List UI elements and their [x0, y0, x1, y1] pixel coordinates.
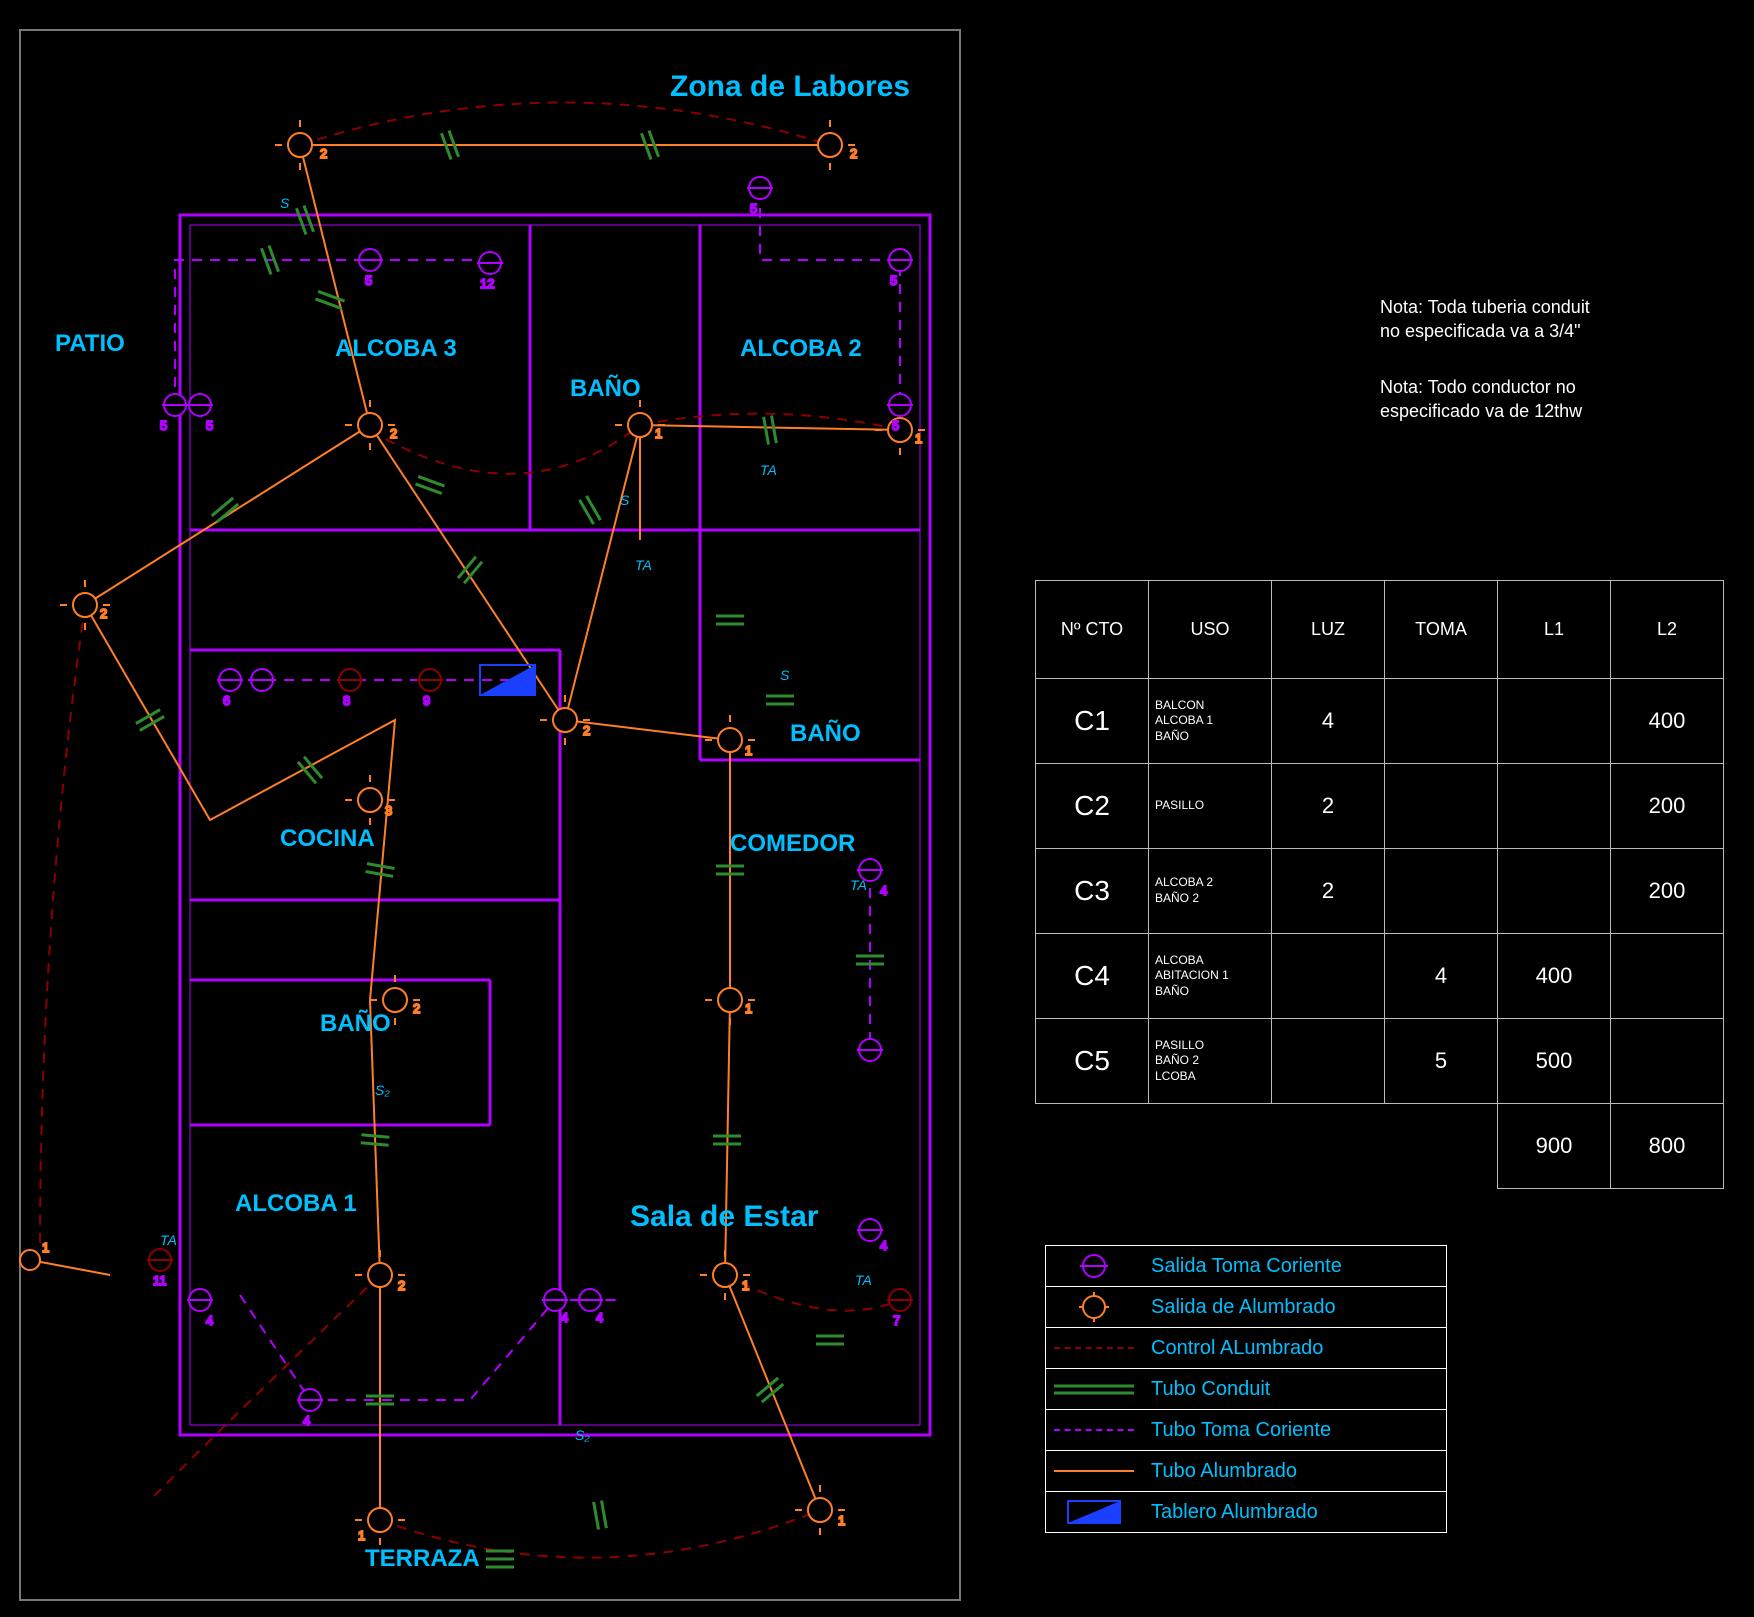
svg-text:1: 1 [745, 1001, 752, 1016]
svg-text:S: S [620, 492, 630, 508]
svg-text:5: 5 [365, 273, 372, 288]
svg-text:S₂: S₂ [375, 1082, 390, 1098]
svg-text:1: 1 [838, 1513, 845, 1528]
svg-text:S: S [280, 195, 290, 211]
floorplan-drawing: 2 2 2 1 1 2 2 1 3 2 1 2 1 1 1 1 5 5 5 12… [0, 0, 1000, 1617]
svg-text:4: 4 [206, 1313, 213, 1328]
legend-label: Tablero Alumbrado [1143, 1501, 1318, 1524]
svg-text:TA: TA [160, 1232, 177, 1248]
svg-text:TA: TA [760, 462, 777, 478]
legend-label: Tubo Conduit [1143, 1378, 1270, 1401]
table-row: C2 PASILLO 2 200 [1036, 764, 1724, 849]
legend-label: Salida de Alumbrado [1143, 1296, 1336, 1319]
outlet-icon [1046, 1246, 1143, 1286]
svg-text:3: 3 [385, 803, 392, 818]
table-header-row: Nº CTO USO LUZ TOMA L1 L2 [1036, 581, 1724, 679]
room-label-bano2: BAÑO [790, 720, 861, 748]
svg-text:8: 8 [343, 693, 350, 708]
svg-text:7: 7 [893, 1313, 900, 1328]
circuit-table: Nº CTO USO LUZ TOMA L1 L2 C1 BALCONALCOB… [1035, 580, 1724, 1189]
th-l1: L1 [1498, 581, 1611, 679]
conduit-line-icon [1046, 1369, 1143, 1409]
legend-label: Control ALumbrado [1143, 1337, 1323, 1360]
svg-text:4: 4 [596, 1310, 603, 1325]
panel-board-icon [1046, 1492, 1143, 1532]
control-line-icon [1046, 1328, 1143, 1368]
room-label-bano1: BAÑO [570, 375, 641, 403]
room-label-comedor: COMEDOR [730, 830, 855, 858]
table-row: C4 ALCOBAABITACION 1BAÑO 4 400 [1036, 934, 1724, 1019]
th-cto: Nº CTO [1036, 581, 1149, 679]
svg-text:11: 11 [153, 1273, 167, 1288]
th-luz: LUZ [1272, 581, 1385, 679]
svg-text:1: 1 [42, 1240, 49, 1255]
th-uso: USO [1149, 581, 1272, 679]
legend-box: Salida Toma Coriente Salida de Alumbrado… [1045, 1245, 1447, 1533]
svg-text:2: 2 [320, 146, 327, 161]
legend-row-tablero: Tablero Alumbrado [1046, 1491, 1446, 1532]
svg-text:6: 6 [223, 693, 230, 708]
alumbrado-line-icon [1046, 1451, 1143, 1491]
legend-row-toma: Salida Toma Coriente [1046, 1246, 1446, 1286]
legend-label: Salida Toma Coriente [1143, 1255, 1342, 1278]
table-row: C5 PASILLOBAÑO 2LCOBA 5 500 [1036, 1019, 1724, 1104]
svg-text:2: 2 [413, 1001, 420, 1016]
svg-text:1: 1 [358, 1528, 365, 1543]
room-label-alcoba1: ALCOBA 1 [235, 1190, 357, 1218]
table-totals-row: 900 800 [1036, 1104, 1724, 1189]
svg-text:5: 5 [160, 418, 167, 433]
svg-text:5: 5 [206, 418, 213, 433]
svg-text:4: 4 [880, 1238, 887, 1253]
room-label-sala: Sala de Estar [630, 1200, 818, 1234]
room-label-zona: Zona de Labores [670, 70, 910, 104]
legend-row-talumbrado: Tubo Alumbrado [1046, 1450, 1446, 1491]
svg-text:1: 1 [745, 743, 752, 758]
svg-text:5: 5 [750, 201, 757, 216]
toma-line-icon [1046, 1410, 1143, 1450]
room-label-alcoba2: ALCOBA 2 [740, 335, 862, 363]
svg-text:1: 1 [655, 426, 662, 441]
svg-text:9: 9 [423, 693, 430, 708]
room-label-patio: PATIO [55, 330, 125, 358]
legend-label: Tubo Alumbrado [1143, 1460, 1297, 1483]
svg-text:4: 4 [303, 1413, 310, 1428]
table-row: C3 ALCOBA 2BAÑO 2 2 200 [1036, 849, 1724, 934]
svg-text:2: 2 [390, 426, 397, 441]
svg-text:4: 4 [880, 883, 887, 898]
svg-text:4: 4 [561, 1310, 568, 1325]
table-row: C1 BALCONALCOBA 1BAÑO 4 400 [1036, 679, 1724, 764]
legend-label: Tubo Toma Coriente [1143, 1419, 1331, 1442]
svg-text:2: 2 [583, 723, 590, 738]
room-label-terraza: TERRAZA [365, 1545, 480, 1573]
room-label-cocina: COCINA [280, 825, 375, 853]
note-conductor: Nota: Todo conductor no especificado va … [1380, 375, 1582, 424]
th-toma: TOMA [1385, 581, 1498, 679]
svg-text:TA: TA [635, 557, 652, 573]
outlet-icon: 5 [160, 394, 188, 433]
legend-row-ttoma: Tubo Toma Coriente [1046, 1409, 1446, 1450]
legend-row-conduit: Tubo Conduit [1046, 1368, 1446, 1409]
legend-row-control: Control ALumbrado [1046, 1327, 1446, 1368]
svg-text:TA: TA [850, 877, 867, 893]
th-l2: L2 [1611, 581, 1724, 679]
svg-text:12: 12 [480, 276, 494, 291]
legend-row-alumbrado: Salida de Alumbrado [1046, 1286, 1446, 1327]
note-conduit: Nota: Toda tuberia conduit no especifica… [1380, 295, 1590, 344]
svg-text:1: 1 [742, 1278, 749, 1293]
light-outlet-icon [1046, 1287, 1143, 1327]
room-label-bano3: BAÑO [320, 1010, 391, 1038]
svg-text:5: 5 [890, 273, 897, 288]
svg-text:S: S [780, 667, 790, 683]
svg-text:2: 2 [398, 1278, 405, 1293]
room-label-alcoba3: ALCOBA 3 [335, 335, 457, 363]
light-outlet-icon: 2 [275, 120, 327, 170]
svg-text:2: 2 [100, 606, 107, 621]
svg-text:1: 1 [915, 431, 922, 446]
svg-text:TA: TA [855, 1272, 872, 1288]
cad-electrical-plan: { "rooms": { "zona": "Zona de Labores", … [0, 0, 1754, 1617]
svg-text:5: 5 [892, 418, 899, 433]
svg-text:S₂: S₂ [575, 1427, 590, 1443]
svg-text:2: 2 [850, 146, 857, 161]
